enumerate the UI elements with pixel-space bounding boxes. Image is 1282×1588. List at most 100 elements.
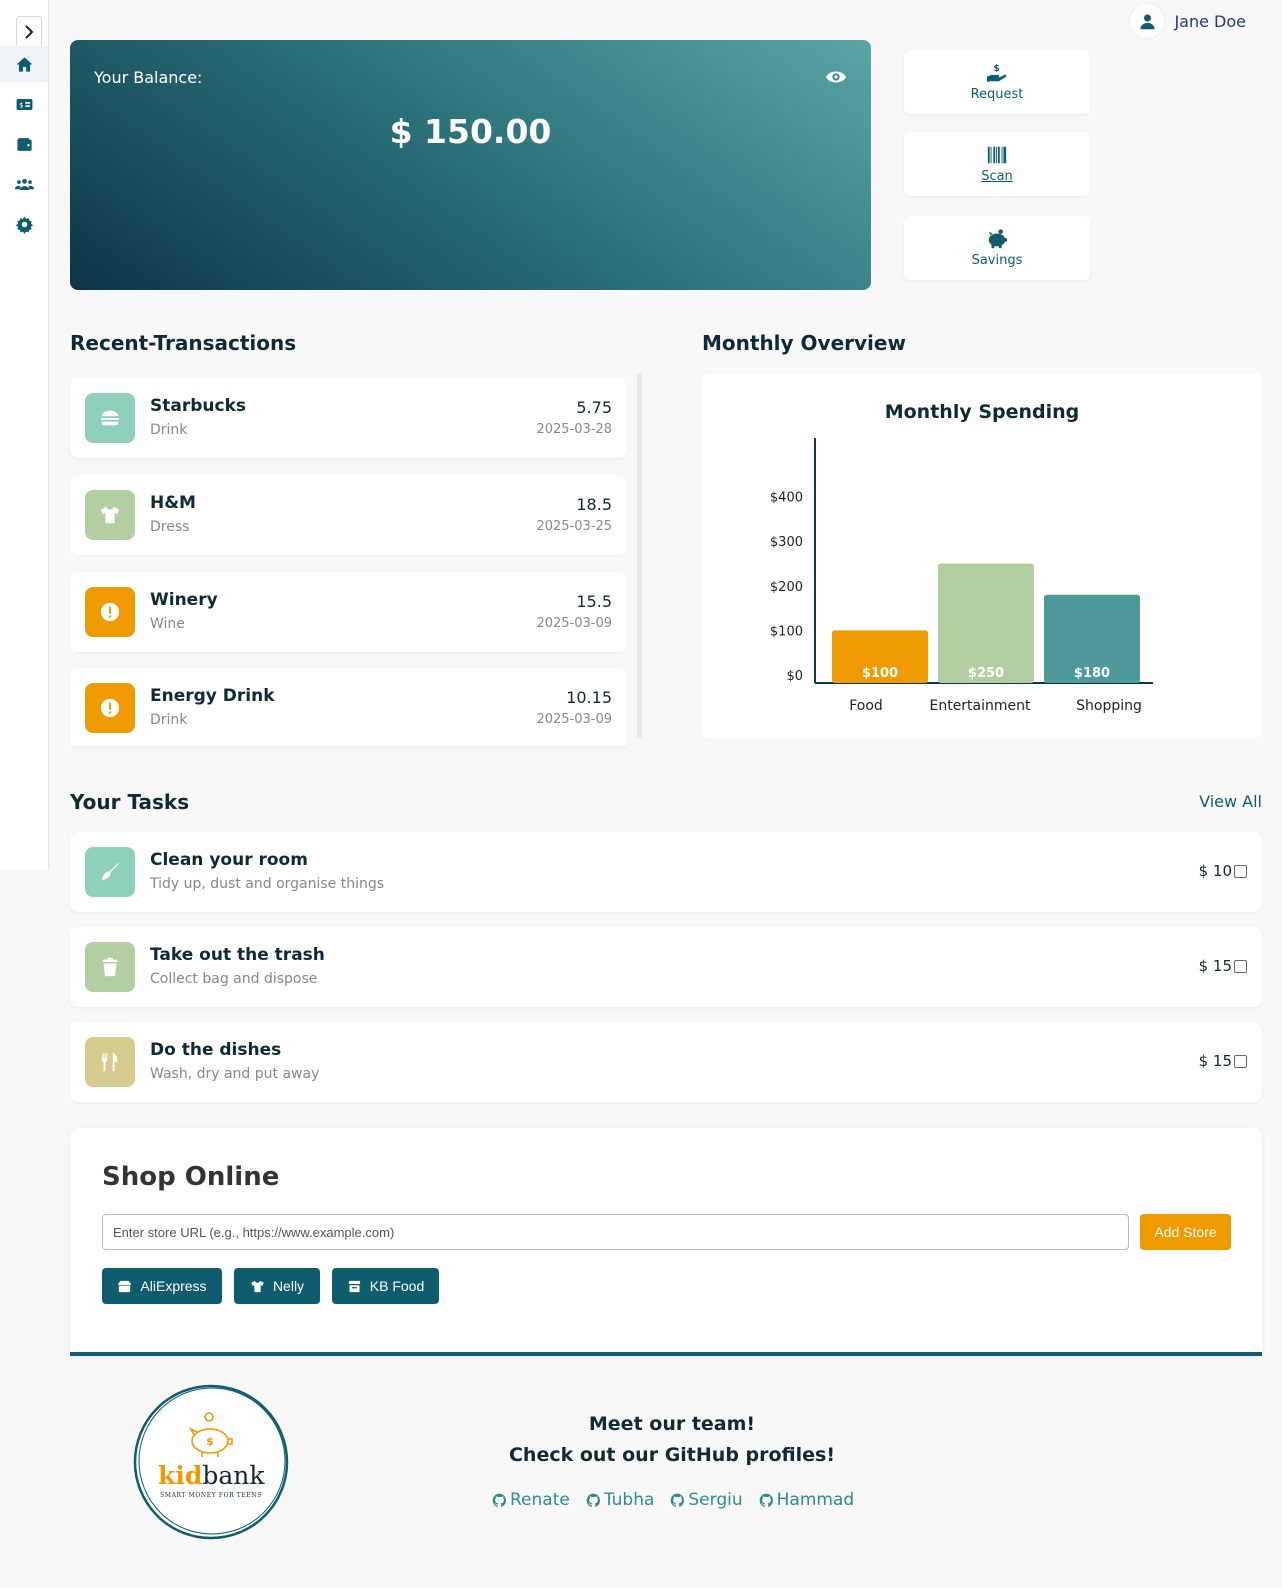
task-icon-wrap <box>85 1037 135 1087</box>
transaction-icon-wrap <box>85 587 135 637</box>
task-description: Tidy up, dust and organise things <box>150 876 385 892</box>
store-icon <box>348 1280 360 1292</box>
money-card-icon: $ <box>16 98 32 110</box>
task-reward: $ 15 <box>1198 957 1232 975</box>
store-url-input[interactable] <box>102 1214 1129 1250</box>
transaction-date: 2025-03-09 <box>536 616 612 631</box>
bar-value-label: $100 <box>862 666 898 681</box>
sidebar-item-settings[interactable] <box>0 206 48 242</box>
transaction-amount: 15.5 <box>576 592 612 611</box>
utensils-icon <box>101 1052 118 1072</box>
github-icon <box>671 1493 685 1507</box>
github-link-sergiu[interactable]: Sergiu <box>670 1490 743 1510</box>
transaction-name: Energy Drink <box>150 686 275 706</box>
transaction-name: H&M <box>150 493 196 513</box>
transaction-item[interactable]: Winery Wine 15.5 2025-03-09 <box>70 572 627 652</box>
bar-value-label: $250 <box>968 666 1004 681</box>
transactions-scrollbar[interactable] <box>637 373 642 738</box>
transaction-category: Drink <box>150 712 188 728</box>
wallet-icon <box>16 137 32 151</box>
task-item[interactable]: Take out the trash Collect bag and dispo… <box>70 927 1262 1007</box>
task-name: Take out the trash <box>150 945 325 965</box>
transaction-amount: 10.15 <box>566 688 612 707</box>
balance-card: Your Balance: $ 150.00 <box>70 40 871 290</box>
sidebar-item-home[interactable] <box>0 46 48 82</box>
task-checkbox[interactable] <box>1234 960 1247 973</box>
sidebar-toggle-button[interactable] <box>16 16 42 48</box>
y-tick-label: $200 <box>770 580 803 595</box>
team-heading: Meet our team! <box>588 1413 756 1435</box>
store-chip-label: KB Food <box>369 1278 425 1294</box>
shop-title: Shop Online <box>102 1162 280 1192</box>
sidebar-item-family[interactable] <box>0 166 48 202</box>
chart-card: Monthly Spending $0 $100 $200 $300 $400 $100 F… <box>702 373 1262 738</box>
github-link-tubha[interactable]: Tubha <box>586 1490 655 1510</box>
github-name: Sergiu <box>688 1490 743 1510</box>
chart-title: Monthly Spending <box>885 401 1080 423</box>
x-tick-label: Entertainment <box>929 698 1031 714</box>
piggy-bank-icon <box>988 229 1008 249</box>
task-item[interactable]: Do the dishes Wash, dry and put away $ 1… <box>70 1022 1262 1102</box>
user-menu[interactable]: Jane Doe <box>1130 4 1246 38</box>
shirt-icon <box>100 506 120 524</box>
sidebar-item-wallet[interactable] <box>0 126 48 162</box>
tasks-title: Your Tasks <box>70 790 190 814</box>
transaction-icon-wrap <box>85 683 135 733</box>
burger-icon <box>100 410 120 426</box>
task-checkbox[interactable] <box>1234 1055 1247 1068</box>
logo-tagline: SMART MONEY FOR TEENS <box>160 1492 262 1499</box>
shirt-icon <box>251 1280 264 1292</box>
transaction-name: Winery <box>150 590 218 610</box>
store-chip-aliexpress[interactable]: AliExpress <box>102 1268 222 1304</box>
y-tick-label: $300 <box>770 535 803 550</box>
scan-button[interactable]: Scan <box>904 132 1090 196</box>
y-tick-label: $0 <box>786 669 803 684</box>
task-checkbox[interactable] <box>1234 865 1247 878</box>
transaction-item[interactable]: Starbucks Drink 5.75 2025-03-28 <box>70 378 627 458</box>
box-icon <box>118 1280 132 1292</box>
store-chip-label: AliExpress <box>140 1278 207 1294</box>
monthly-spending-chart: Monthly Spending $0 $100 $200 $300 $400 $100 F… <box>770 401 1153 714</box>
transaction-item[interactable]: H&M Dress 18.5 2025-03-25 <box>70 475 627 555</box>
request-button[interactable]: $ Request <box>904 50 1090 114</box>
balance-label: Your Balance: <box>94 68 203 87</box>
y-tick-label: $100 <box>770 624 803 639</box>
task-description: Wash, dry and put away <box>150 1066 320 1082</box>
transaction-category: Dress <box>150 519 190 535</box>
transaction-date: 2025-03-28 <box>536 422 612 437</box>
store-chip-label: Nelly <box>272 1278 305 1294</box>
request-label: Request <box>970 87 1024 102</box>
svg-text:$: $ <box>993 63 999 74</box>
task-name: Do the dishes <box>150 1040 282 1060</box>
github-link-renate[interactable]: Renate <box>492 1490 570 1510</box>
task-icon-wrap <box>85 942 135 992</box>
add-store-button[interactable]: Add Store <box>1140 1214 1231 1250</box>
transaction-date: 2025-03-09 <box>536 712 612 727</box>
transactions-title: Recent-Transactions <box>70 331 297 355</box>
transaction-amount: 5.75 <box>576 398 612 417</box>
github-icon <box>492 1493 507 1507</box>
github-link-hammad[interactable]: Hammad <box>759 1490 854 1510</box>
transaction-category: Wine <box>150 616 185 632</box>
transaction-icon-wrap <box>85 490 135 540</box>
github-icon <box>759 1493 773 1507</box>
view-all-link[interactable]: View All <box>1199 792 1262 811</box>
sidebar-item-transactions[interactable]: $ <box>0 86 48 122</box>
transaction-date: 2025-03-25 <box>536 519 612 534</box>
task-item[interactable]: Clean your room Tidy up, dust and organi… <box>70 832 1262 912</box>
savings-button[interactable]: Savings <box>904 216 1090 280</box>
x-tick-label: Food <box>849 698 883 714</box>
y-tick-label: $400 <box>770 491 803 506</box>
barcode-icon <box>987 146 1007 164</box>
eye-icon[interactable] <box>825 66 847 88</box>
svg-text:$: $ <box>18 100 23 109</box>
github-name: Renate <box>510 1490 570 1510</box>
users-icon <box>14 178 34 190</box>
store-chip-nelly[interactable]: Nelly <box>234 1268 320 1304</box>
store-chip-kb-food[interactable]: KB Food <box>332 1268 439 1304</box>
transaction-item[interactable]: Energy Drink Drink 10.15 2025-03-09 <box>70 668 627 746</box>
github-name: Tubha <box>603 1490 655 1510</box>
hand-dollar-icon: $ <box>986 63 1007 83</box>
chevron-right-icon <box>25 25 34 39</box>
x-tick-label: Shopping <box>1076 698 1142 714</box>
